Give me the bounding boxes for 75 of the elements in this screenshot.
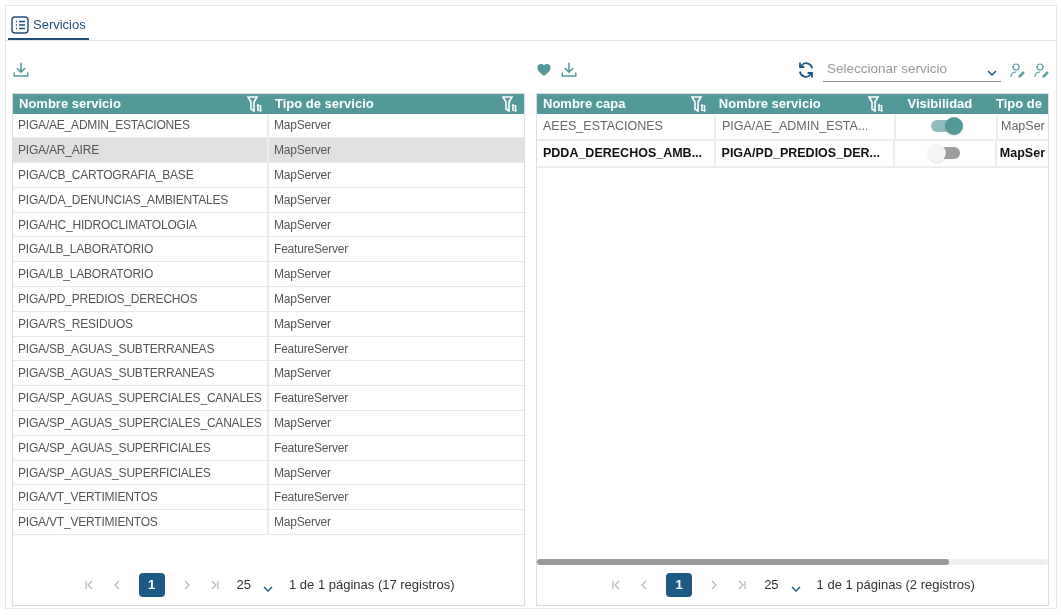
table-row[interactable]: PIGA/LB_LABORATORIO FeatureServer <box>13 237 524 263</box>
page-button[interactable]: 1 <box>138 573 165 597</box>
first-page-icon[interactable] <box>82 579 95 591</box>
refresh-icon[interactable] <box>797 60 815 79</box>
table-cell: PIGA/SP_AGUAS_SUPERFICIALES <box>13 435 269 460</box>
table-row[interactable]: PIGA/SP_AGUAS_SUPERFICIALES MapServer <box>13 460 524 486</box>
table-row[interactable]: PIGA/VT_VERTIMIENTOS MapServer <box>13 510 524 536</box>
visibility-toggle[interactable] <box>929 117 963 135</box>
filter-sort-icon[interactable] <box>867 95 884 112</box>
table-row[interactable]: PIGA/HC_HIDROCLIMATOLOGIA MapServer <box>13 212 524 238</box>
table-cell-text: MapServer <box>273 315 332 333</box>
table-row[interactable]: PIGA/LB_LABORATORIO MapServer <box>13 262 524 288</box>
table-cell: PIGA/DA_DENUNCIAS_AMBIENTALES <box>13 187 269 212</box>
table-row[interactable]: PIGA/PD_PREDIOS_DERECHOS MapServer <box>13 287 524 312</box>
table-cell-text: FeatureServer <box>273 489 350 507</box>
table-cell: PIGA/SP_AGUAS_SUPERCIALES_CANALES <box>13 411 269 435</box>
table-cell: PIGA/AE_ADMIN_ESTA... <box>716 113 896 139</box>
table-row[interactable]: PIGA/RS_RESIDUOS MapServer <box>13 311 524 337</box>
table-row[interactable]: PIGA/VT_VERTIMIENTOS FeatureServer <box>13 485 524 511</box>
chevron-down-icon <box>987 69 997 77</box>
table-cell-text: FeatureServer <box>273 439 350 457</box>
list-icon <box>11 15 29 34</box>
pagination-summary: 1 de 1 páginas (17 registros) <box>289 576 455 595</box>
table-cell: PIGA/PD_PREDIOS_DERECHOS <box>13 287 269 311</box>
table-cell-text: FeatureServer <box>273 390 350 408</box>
table-cell-text: MapServer <box>273 216 332 234</box>
table-cell: PIGA/RS_RESIDUOS <box>13 311 269 336</box>
table-cell-text: MapServer <box>273 117 332 135</box>
table-row[interactable]: PIGA/CB_CARTOGRAFIA_BASE MapServer <box>13 163 524 188</box>
table-cell-text: MapServer <box>273 142 332 160</box>
user-edit-icon[interactable] <box>1033 61 1049 78</box>
filter-sort-icon[interactable] <box>247 95 263 112</box>
table-cell-text: MapSer <box>1000 117 1046 135</box>
filter-sort-icon[interactable] <box>502 95 518 112</box>
visibility-toggle[interactable] <box>927 144 962 162</box>
table-cell-text: MapServer <box>273 365 332 383</box>
table-row[interactable]: PIGA/AR_AIRE MapServer <box>13 138 524 164</box>
table-row[interactable]: PIGA/SP_AGUAS_SUPERCIALES_CANALES FeatureServer <box>13 386 524 412</box>
table-cell-text: FeatureServer <box>273 340 350 358</box>
table-row[interactable]: PIGA/SP_AGUAS_SUPERCIALES_CANALES MapServer <box>13 411 524 436</box>
download-icon[interactable] <box>560 60 578 79</box>
page-size-select[interactable]: 25 <box>236 575 273 595</box>
table-row[interactable]: PIGA/SB_AGUAS_SUBTERRANEAS FeatureServer <box>13 336 524 362</box>
table-row[interactable]: PIGA/SP_AGUAS_SUPERFICIALES FeatureServer <box>13 435 524 461</box>
horizontal-scrollbar[interactable] <box>537 559 1048 565</box>
table-cell-text: MapServer <box>273 414 332 432</box>
table-row[interactable]: PIGA/AE_ADMIN_ESTACIONES MapServer <box>13 113 524 139</box>
table-cell-text: MapServer <box>273 191 332 209</box>
page-size-select[interactable]: 25 <box>764 575 801 595</box>
table-cell-text: MapServer <box>273 514 332 532</box>
user-edit-icon[interactable] <box>1009 61 1025 78</box>
table-cell-text: MapSer <box>998 144 1046 162</box>
table-row[interactable]: PIGA/DA_DENUNCIAS_AMBIENTALES MapServer <box>13 187 524 213</box>
table-cell: PIGA/PD_PREDIOS_DER... <box>715 140 896 166</box>
table-row[interactable]: AEES_ESTACIONES PIGA/AE_ADMIN_ESTA... MapSer <box>537 113 1048 141</box>
table-row[interactable]: PIGA/SB_AGUAS_SUBTERRANEAS MapServer <box>13 361 524 387</box>
table-row[interactable]: PDDA_DERECHOS_AMB... PIGA/PD_PREDIOS_DER... MapSer <box>537 140 1048 168</box>
table-cell: AEES_ESTACIONES <box>537 113 716 139</box>
table-cell-text: MapServer <box>273 290 332 308</box>
table-cell-text: MapServer <box>273 266 332 284</box>
table-cell: PDDA_DERECHOS_AMB... <box>537 140 716 166</box>
table-cell-text: MapServer <box>273 167 332 184</box>
download-icon[interactable] <box>12 60 30 79</box>
table-cell: PIGA/CB_CARTOGRAFIA_BASE <box>13 163 269 187</box>
tab[interactable]: Servicios <box>8 15 89 40</box>
table-cell-text: FeatureServer <box>273 241 350 259</box>
chevron-down-icon <box>263 585 273 593</box>
table-cell-text: MapServer <box>273 464 332 482</box>
filter-sort-icon[interactable] <box>690 95 707 112</box>
chevron-down-icon <box>790 585 801 593</box>
last-page-icon[interactable] <box>736 579 749 591</box>
heart-icon[interactable] <box>536 61 552 78</box>
page-button[interactable]: 1 <box>666 573 693 597</box>
pagination-summary: 1 de 1 páginas (2 registros) <box>816 576 975 595</box>
table-cell: PIGA/VT_VERTIMIENTOS <box>13 510 269 535</box>
